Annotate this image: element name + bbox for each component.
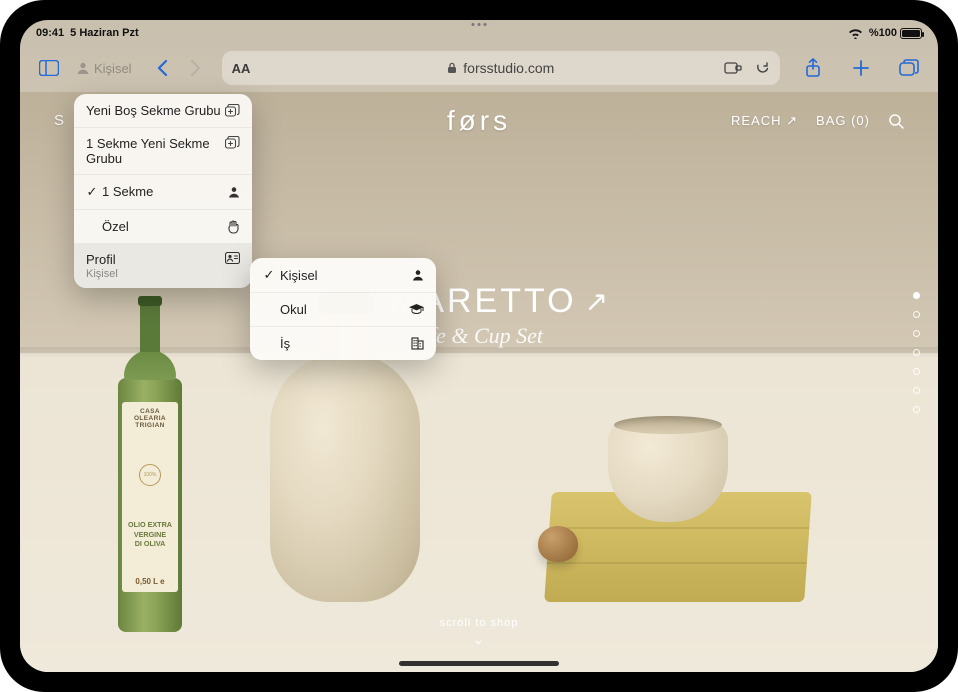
scroll-hint[interactable]: scroll to shop ⌄ <box>440 617 519 648</box>
address-text: forsstudio.com <box>463 60 554 76</box>
graduation-cap-icon <box>409 304 424 315</box>
tabs-button[interactable] <box>894 53 924 83</box>
menu-item-new-group-from-tab[interactable]: 1 Sekme Yeni Sekme Grubu <box>74 128 252 175</box>
menu-item-profile[interactable]: Profil Kişisel <box>74 244 252 288</box>
page-dots[interactable] <box>913 292 920 413</box>
reload-button[interactable] <box>755 61 770 76</box>
page-dot[interactable] <box>913 349 920 356</box>
profile-option-work[interactable]: İş <box>250 327 436 360</box>
page-dot[interactable] <box>913 406 920 413</box>
site-reach-link[interactable]: REACH ↗ <box>731 113 798 129</box>
hero-prop-bottle: CASA OLEARIA TRIGIAN 100% OLIO EXTRA VER… <box>110 302 190 632</box>
page-dot[interactable] <box>913 292 920 299</box>
person-icon <box>228 186 240 198</box>
hero-arrow-icon[interactable]: ↗ <box>585 285 611 318</box>
hero-subtitle: fe & Cup Set <box>430 323 611 349</box>
page-dot[interactable] <box>913 387 920 394</box>
page-dot[interactable] <box>913 330 920 337</box>
bottle-volume: 0,50 L e <box>126 577 174 586</box>
address-bar[interactable]: AA forsstudio.com <box>222 51 780 85</box>
profile-submenu: ✓ Kişisel Okul İş <box>250 258 436 360</box>
battery-percent: %100 <box>869 27 897 39</box>
reader-aa-button[interactable]: AA <box>232 61 251 76</box>
tab-group-menu: Yeni Boş Sekme Grubu 1 Sekme Yeni Sekme … <box>74 94 252 288</box>
site-menu-left[interactable]: S <box>54 112 66 129</box>
profile-indicator-label: Kişisel <box>94 61 132 76</box>
hero-prop-cup <box>608 422 728 522</box>
profile-option-personal[interactable]: ✓ Kişisel <box>250 258 436 293</box>
site-bag-link[interactable]: BAG (0) <box>816 113 870 128</box>
battery-icon <box>900 28 922 39</box>
menu-item-one-tab[interactable]: ✓1 Sekme <box>74 175 252 210</box>
menu-item-new-empty-group[interactable]: Yeni Boş Sekme Grubu <box>74 94 252 128</box>
new-tab-group-icon <box>225 136 240 149</box>
menu-item-private[interactable]: Özel <box>74 210 252 244</box>
site-search-icon[interactable] <box>888 113 904 129</box>
building-icon <box>411 337 424 350</box>
lock-icon <box>447 62 457 74</box>
hero-prop-walnut <box>538 526 578 562</box>
bottle-seal: 100% <box>139 464 161 486</box>
browser-toolbar: Kişisel AA forsstudio.com <box>20 44 938 92</box>
share-button[interactable] <box>798 53 828 83</box>
status-bar: 09:41 5 Haziran Pzt %100 <box>20 20 938 42</box>
page-dot[interactable] <box>913 368 920 375</box>
multitask-grabber[interactable] <box>472 23 487 26</box>
extensions-button[interactable] <box>724 61 742 75</box>
person-icon <box>412 269 424 281</box>
status-time: 09:41 <box>36 27 64 39</box>
private-hand-icon <box>227 220 240 234</box>
chevron-down-icon: ⌄ <box>440 631 519 648</box>
profile-option-school[interactable]: Okul <box>250 293 436 327</box>
forward-button[interactable] <box>180 53 210 83</box>
profile-indicator[interactable]: Kişisel <box>76 61 132 76</box>
page-dot[interactable] <box>913 311 920 318</box>
bottle-brand: CASA OLEARIA TRIGIAN <box>126 408 174 429</box>
profile-card-icon <box>225 252 240 264</box>
new-tab-group-icon <box>225 104 240 117</box>
wifi-icon <box>848 28 863 39</box>
status-date: 5 Haziran Pzt <box>70 27 138 39</box>
sidebar-button[interactable] <box>34 53 64 83</box>
back-button[interactable] <box>148 53 178 83</box>
home-indicator[interactable] <box>399 661 559 666</box>
new-tab-button[interactable] <box>846 53 876 83</box>
site-logo[interactable]: førs <box>447 105 511 137</box>
